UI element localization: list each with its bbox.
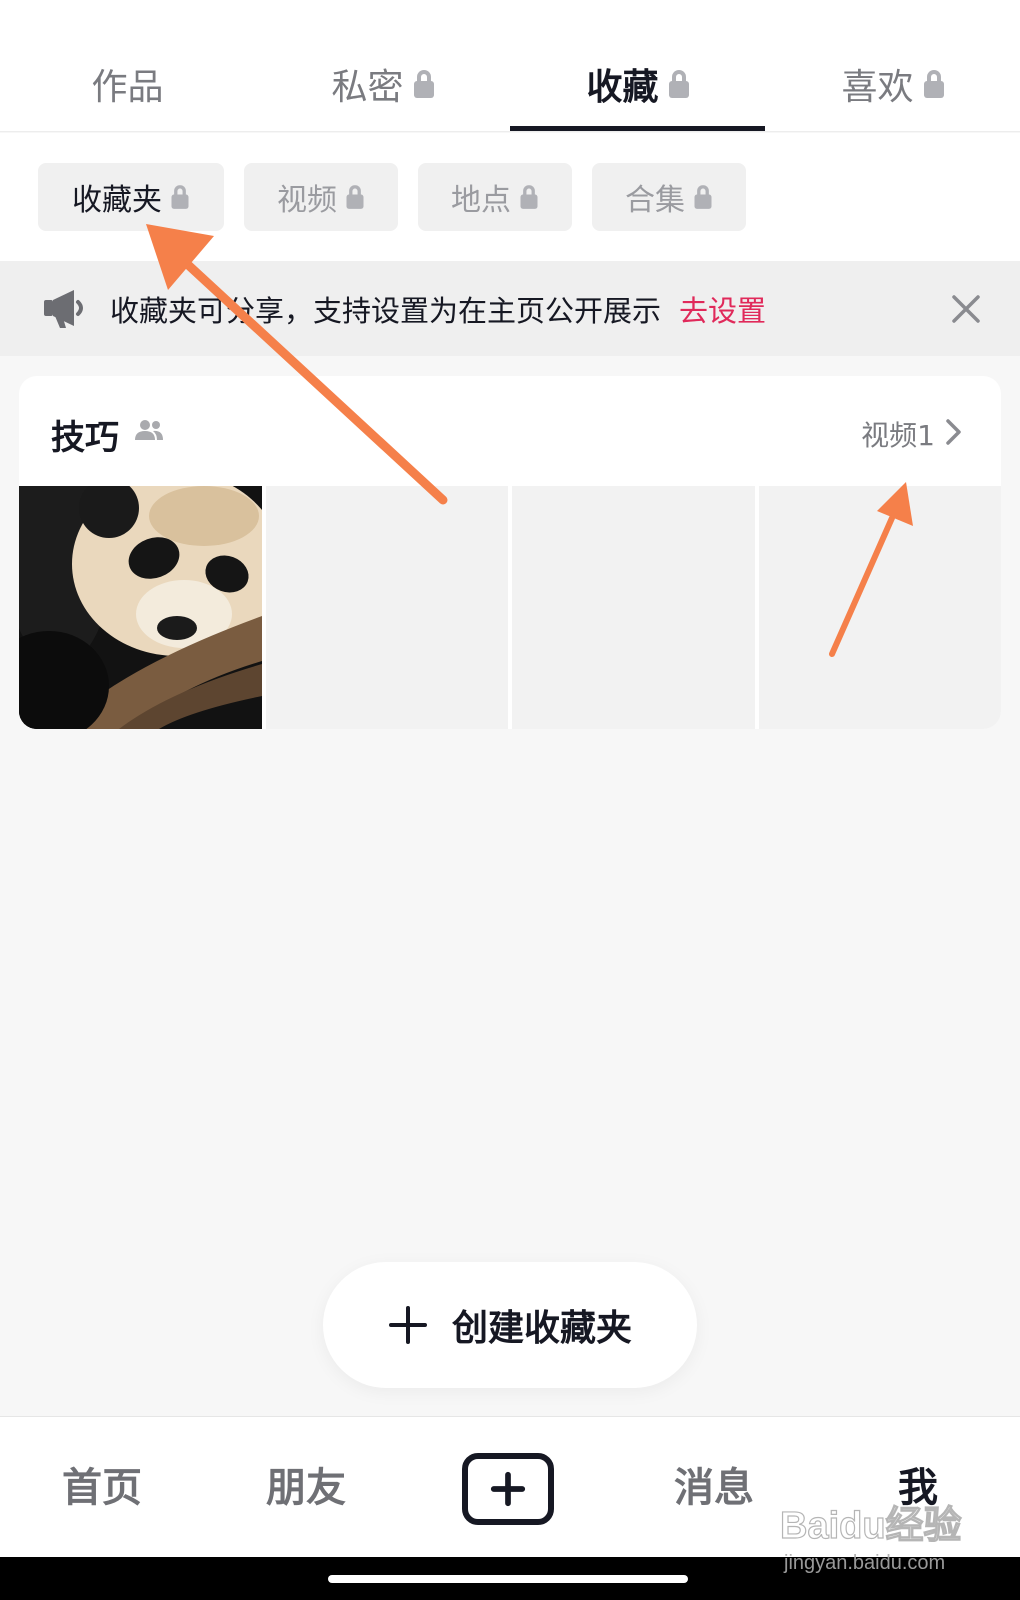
tab-private[interactable]: 私密: [255, 0, 510, 131]
lock-icon: [923, 69, 944, 99]
profile-tab-bar: 作品 私密 收藏 喜欢: [0, 0, 1020, 132]
tab-label: 作品: [91, 66, 164, 108]
nav-friends[interactable]: 朋友: [204, 1455, 408, 1513]
panda-photo: [19, 486, 262, 729]
lock-icon: [694, 184, 712, 210]
chip-label: 地点: [451, 183, 511, 218]
nav-messages[interactable]: 消息: [612, 1455, 816, 1513]
nav-me[interactable]: 我: [816, 1455, 1020, 1513]
create-folder-button[interactable]: 创建收藏夹: [323, 1262, 697, 1388]
collection-folder-card[interactable]: 技巧 视频1: [19, 376, 1001, 729]
chip-places[interactable]: 地点: [418, 163, 572, 231]
create-post-button[interactable]: [462, 1453, 554, 1525]
go-settings-link[interactable]: 去设置: [679, 294, 766, 328]
tab-label: 私密: [331, 66, 404, 108]
folder-title: 技巧: [51, 418, 119, 458]
home-indicator-area: [0, 1557, 1020, 1600]
video-thumbnail[interactable]: [19, 486, 262, 729]
empty-thumbnail: [758, 486, 1001, 729]
chip-label: 合集: [625, 183, 685, 218]
empty-thumbnail: [266, 486, 509, 729]
tab-works[interactable]: 作品: [0, 0, 255, 131]
chip-collections[interactable]: 收藏夹: [38, 163, 224, 231]
close-icon[interactable]: [950, 293, 982, 325]
chevron-right-icon: [946, 419, 961, 445]
tab-favorites[interactable]: 收藏: [510, 0, 765, 131]
plus-icon: [388, 1306, 427, 1344]
chip-videos[interactable]: 视频: [244, 163, 398, 231]
group-icon: [135, 420, 163, 440]
folder-thumbnails: [19, 486, 1001, 729]
tab-label: 收藏: [586, 66, 659, 108]
bottom-navigation: 首页 朋友 消息 我: [0, 1416, 1020, 1557]
lock-icon: [346, 184, 364, 210]
chip-label: 收藏夹: [72, 183, 162, 218]
share-notice-bar: 收藏夹可分享，支持设置为在主页公开展示 去设置: [0, 261, 1020, 356]
favorites-filter-bar: 收藏夹 视频 地点 合集: [0, 133, 1020, 261]
lock-icon: [413, 69, 434, 99]
empty-thumbnail: [512, 486, 755, 729]
tab-label: 喜欢: [841, 66, 914, 108]
lock-icon: [668, 69, 689, 99]
folder-video-count: 视频1: [861, 419, 935, 452]
notice-message: 收藏夹可分享，支持设置为在主页公开展示: [110, 294, 662, 328]
megaphone-icon: [44, 290, 83, 328]
lock-icon: [520, 184, 538, 210]
chip-label: 视频: [277, 183, 337, 218]
create-plus-icon: [490, 1471, 526, 1507]
tab-likes[interactable]: 喜欢: [765, 0, 1020, 131]
lock-icon: [171, 184, 189, 210]
chip-compilations[interactable]: 合集: [592, 163, 746, 231]
home-indicator[interactable]: [328, 1575, 688, 1583]
create-folder-label: 创建收藏夹: [451, 1308, 632, 1349]
nav-home[interactable]: 首页: [0, 1455, 204, 1513]
notice-text: 收藏夹可分享，支持设置为在主页公开展示 去设置: [110, 288, 766, 330]
